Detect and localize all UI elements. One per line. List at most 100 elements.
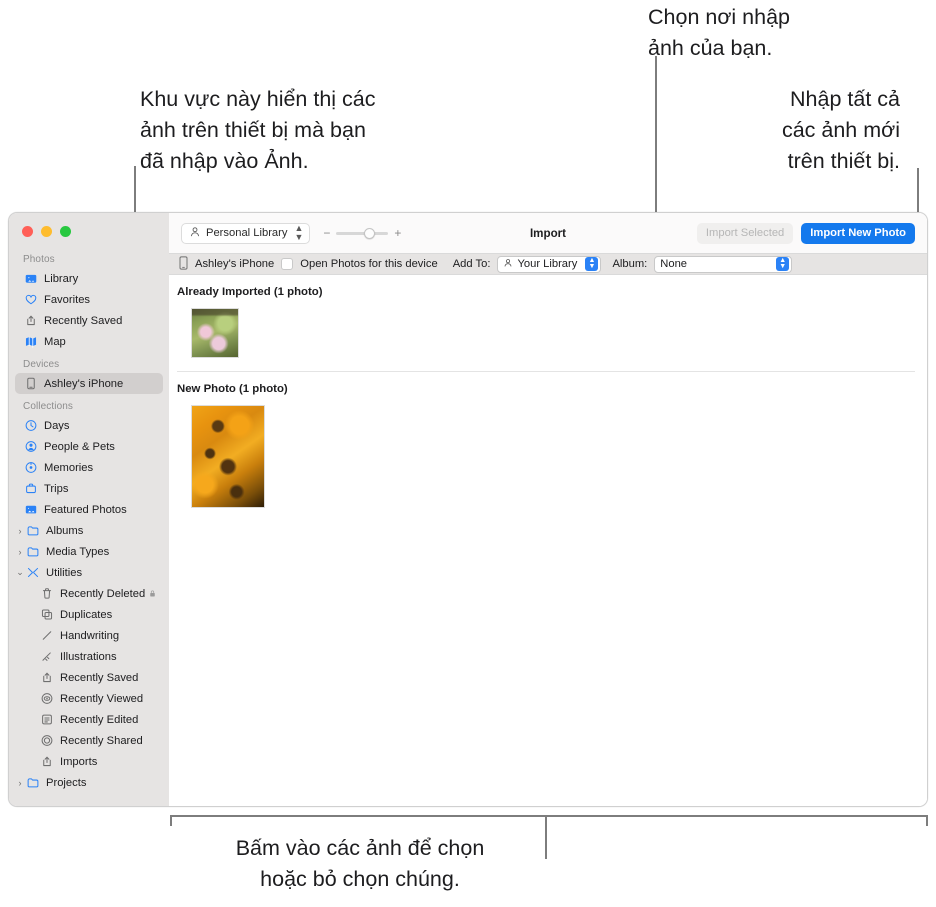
import-selected-button[interactable]: Import Selected xyxy=(696,222,794,244)
zoom-slider-track xyxy=(336,231,389,235)
chevron-updown-icon: ▲ ▼ xyxy=(585,257,599,271)
zoom-slider-knob[interactable] xyxy=(364,227,376,239)
library-selector[interactable]: Personal Library ▲ ▼ xyxy=(181,222,311,244)
suitcase-icon xyxy=(23,482,38,496)
featured-photo-icon xyxy=(23,503,38,517)
save-arrow-icon xyxy=(39,671,54,685)
sidebar-item-label: Handwriting xyxy=(60,629,120,642)
add-to-select[interactable]: Your Library ▲ ▼ xyxy=(497,255,602,273)
add-to-value: Your Library xyxy=(517,258,578,270)
sidebar-section-header: Photos xyxy=(23,254,55,265)
sidebar-section-header: Collections xyxy=(23,401,74,412)
chevron-right-icon[interactable]: › xyxy=(15,526,25,536)
sidebar-item-people-pets[interactable]: People & Pets xyxy=(15,436,163,457)
sidebar-item-label: Projects xyxy=(46,776,87,789)
zoom-button[interactable] xyxy=(60,226,71,237)
sidebar-item-label: Recently Deleted xyxy=(60,587,146,600)
add-to-label: Add To: xyxy=(452,258,491,270)
sidebar-item-albums[interactable]: › Albums xyxy=(15,520,163,541)
sidebar: Photos Library Favorites Recently Saved Map D… xyxy=(9,213,169,806)
sidebar-item-label: Albums xyxy=(46,524,84,537)
album-value: None xyxy=(660,258,688,270)
iphone-icon xyxy=(23,377,38,391)
sidebar-item-featured-photos[interactable]: Featured Photos xyxy=(15,499,163,520)
sidebar-item-memories[interactable]: Memories xyxy=(15,457,163,478)
callout-bottom-bracket xyxy=(170,815,928,817)
sidebar-item-label: Library xyxy=(44,272,79,285)
heart-icon xyxy=(23,293,38,307)
sidebar-item-ashley-s-iphone[interactable]: Ashley's iPhone xyxy=(15,373,163,394)
callout-left-text: Khu vực này hiển thị các ảnh trên thiết … xyxy=(140,87,376,173)
chevron-updown-icon: ▲ ▼ xyxy=(294,223,304,242)
screenshot-root: Khu vực này hiển thị các ảnh trên thiết … xyxy=(0,0,936,907)
photo-thumbnail-already-imported[interactable] xyxy=(191,308,239,358)
zoom-control[interactable]: − + xyxy=(323,226,401,240)
sidebar-item-illustrations[interactable]: Illustrations xyxy=(15,646,163,667)
section-already-imported: Already Imported (1 photo) xyxy=(169,275,927,372)
zoom-slider[interactable] xyxy=(336,227,389,239)
memories-icon xyxy=(23,461,38,475)
sidebar-item-projects[interactable]: › Projects xyxy=(15,772,163,793)
sidebar-item-label: Map xyxy=(44,335,66,348)
duplicate-icon xyxy=(39,608,54,622)
import-options-bar: Ashley's iPhone Open Photos for this dev… xyxy=(169,253,927,275)
close-button[interactable] xyxy=(22,226,33,237)
album-label: Album: xyxy=(612,258,648,270)
album-select[interactable]: None ▲ ▼ xyxy=(654,255,793,273)
sidebar-item-recently-deleted[interactable]: Recently Deleted xyxy=(15,583,163,604)
sidebar-item-label: Days xyxy=(44,419,70,432)
sidebar-item-label: Featured Photos xyxy=(44,503,127,516)
sidebar-item-label: Illustrations xyxy=(60,650,117,663)
sidebar-item-recently-saved[interactable]: Recently Saved xyxy=(15,667,163,688)
pen-stroke-icon xyxy=(39,629,54,643)
window-controls[interactable] xyxy=(9,213,169,247)
sidebar-item-label: Trips xyxy=(44,482,69,495)
toolbar-actions: Import Selected Import New Photo xyxy=(696,222,915,244)
sidebar-item-recently-edited[interactable]: Recently Edited xyxy=(15,709,163,730)
sidebar-item-days[interactable]: Days xyxy=(15,415,163,436)
thumbnail-row xyxy=(169,298,927,371)
sidebar-item-duplicates[interactable]: Duplicates xyxy=(15,604,163,625)
zoom-in-icon[interactable]: + xyxy=(394,226,401,240)
chevron-right-icon[interactable]: › xyxy=(15,778,25,788)
minimize-button[interactable] xyxy=(41,226,52,237)
zoom-out-icon[interactable]: − xyxy=(323,226,330,240)
import-new-photo-button[interactable]: Import New Photo xyxy=(801,222,915,244)
photos-app-window: Photos Library Favorites Recently Saved Map D… xyxy=(8,212,928,807)
chevron-right-icon[interactable]: › xyxy=(15,547,25,557)
library-selector-label: Personal Library xyxy=(206,227,288,239)
sidebar-item-label: Recently Saved xyxy=(44,314,123,327)
callout-bottom-stem xyxy=(545,815,547,859)
map-icon xyxy=(23,335,38,349)
sidebar-item-recently-shared[interactable]: Recently Shared xyxy=(15,730,163,751)
sidebar-item-recently-viewed[interactable]: Recently Viewed xyxy=(15,688,163,709)
chevron-down-icon[interactable]: ⌄ xyxy=(15,567,25,578)
toolbar: Personal Library ▲ ▼ − + Import Import Se… xyxy=(169,213,927,253)
sidebar-item-label: Memories xyxy=(44,461,94,474)
sidebar-item-imports[interactable]: Imports xyxy=(15,751,163,772)
sidebar-item-label: Media Types xyxy=(46,545,110,558)
tools-icon xyxy=(25,566,40,580)
sidebar-item-label: Imports xyxy=(60,755,98,768)
sidebar-item-media-types[interactable]: › Media Types xyxy=(15,541,163,562)
section-title: New Photo (1 photo) xyxy=(177,383,288,395)
sidebar-item-library[interactable]: Library xyxy=(15,268,163,289)
sidebar-item-handwriting[interactable]: Handwriting xyxy=(15,625,163,646)
sidebar-item-label: Utilities xyxy=(46,566,83,579)
edited-icon xyxy=(39,713,54,727)
sidebar-item-trips[interactable]: Trips xyxy=(15,478,163,499)
sidebar-item-map[interactable]: Map xyxy=(15,331,163,352)
open-photos-label: Open Photos for this device xyxy=(300,258,438,270)
sidebar-item-label: Duplicates xyxy=(60,608,113,621)
import-content[interactable]: Already Imported (1 photo) New Photo (1 … xyxy=(169,275,927,806)
sidebar-item-utilities[interactable]: ⌄ Utilities xyxy=(15,562,163,583)
open-photos-checkbox[interactable] xyxy=(281,258,294,270)
main-pane: Personal Library ▲ ▼ − + Import Import Se… xyxy=(169,213,927,806)
sidebar-item-recently-saved[interactable]: Recently Saved xyxy=(15,310,163,331)
sidebar-item-favorites[interactable]: Favorites xyxy=(15,289,163,310)
photo-thumbnail-new[interactable] xyxy=(191,405,265,508)
section-title: Already Imported (1 photo) xyxy=(177,286,323,298)
sidebar-item-label: Recently Shared xyxy=(60,734,143,747)
callout-top-right-text: Chọn nơi nhập ảnh của bạn. xyxy=(648,5,791,60)
photos-library-icon xyxy=(23,272,38,286)
